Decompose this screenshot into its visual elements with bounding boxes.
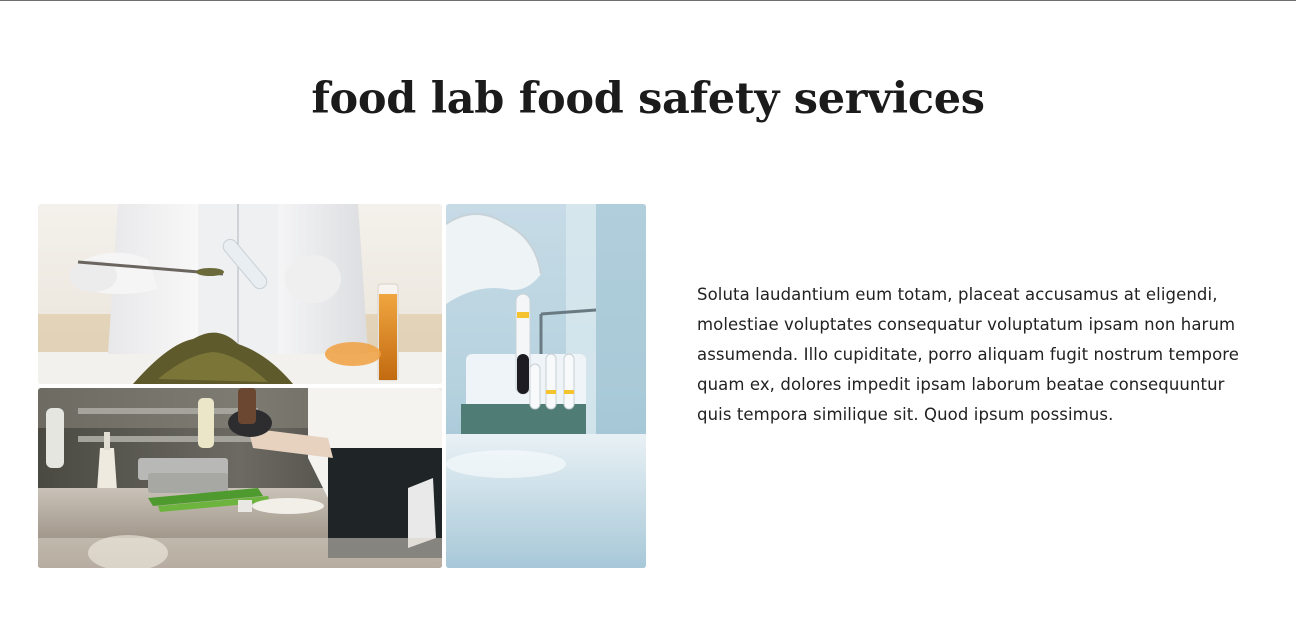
photo-kitchen-chef (38, 388, 442, 568)
top-divider (0, 0, 1296, 1)
photo-lab-test-tubes (446, 204, 646, 568)
section-description: Soluta laudantium eum totam, placeat acc… (697, 285, 1240, 424)
photo-lab-herb-sample (38, 204, 442, 384)
section-title: food lab food safety services (311, 74, 985, 124)
